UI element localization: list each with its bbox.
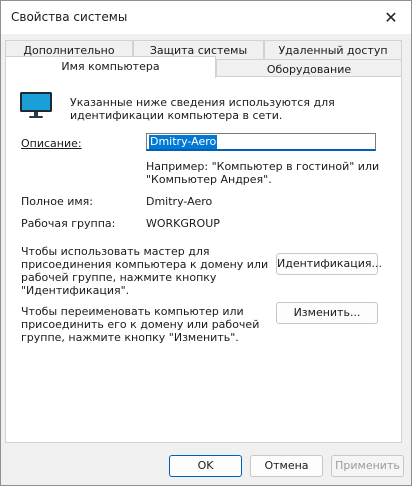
description-value: Dmitry-Aero — [149, 135, 218, 149]
rename-text-line-3: группе, нажмите кнопку "Изменить". — [21, 331, 239, 344]
workgroup-label: Рабочая группа: — [21, 217, 116, 230]
computer-monitor-icon — [20, 92, 52, 118]
identify-button[interactable]: Идентификация... — [276, 253, 382, 275]
title-bar: Свойства системы ✕ — [1, 1, 411, 34]
wizard-text-line-3: рабочей группе, нажмите кнопку — [21, 271, 217, 284]
wizard-text-line-4: "Идентификация". — [21, 284, 130, 297]
cancel-button[interactable]: Отмена — [250, 455, 323, 477]
example-line-1: Например: "Компьютер в гостиной" или — [146, 160, 380, 173]
workgroup-value: WORKGROUP — [146, 217, 220, 230]
intro-line-2: идентификации компьютера в сети. — [70, 109, 283, 122]
description-input[interactable]: Dmitry-Aero — [146, 133, 376, 151]
rename-text-line-2: присоединить его к домену или рабочей — [21, 318, 260, 331]
full-name-label: Полное имя: — [21, 195, 93, 208]
intro-line-1: Указанные ниже сведения используются для — [70, 96, 335, 109]
apply-button[interactable]: Применить — [331, 455, 404, 477]
description-label: Описание: — [21, 137, 82, 150]
change-button[interactable]: Изменить... — [276, 302, 378, 324]
tab-remote[interactable]: Удаленный доступ — [264, 40, 402, 59]
close-icon[interactable]: ✕ — [371, 1, 411, 34]
ok-button[interactable]: OK — [169, 455, 242, 477]
example-line-2: "Компьютер Андрея". — [146, 173, 272, 186]
window-title: Свойства системы — [11, 10, 128, 24]
wizard-text-line-1: Чтобы использовать мастер для — [21, 245, 210, 258]
rename-text-line-1: Чтобы переименовать компьютер или — [21, 305, 244, 318]
wizard-text-line-2: присоединения компьютера к домену или — [21, 258, 269, 271]
full-name-value: Dmitry-Aero — [146, 195, 213, 208]
tab-computer-name[interactable]: Имя компьютера — [5, 56, 216, 78]
